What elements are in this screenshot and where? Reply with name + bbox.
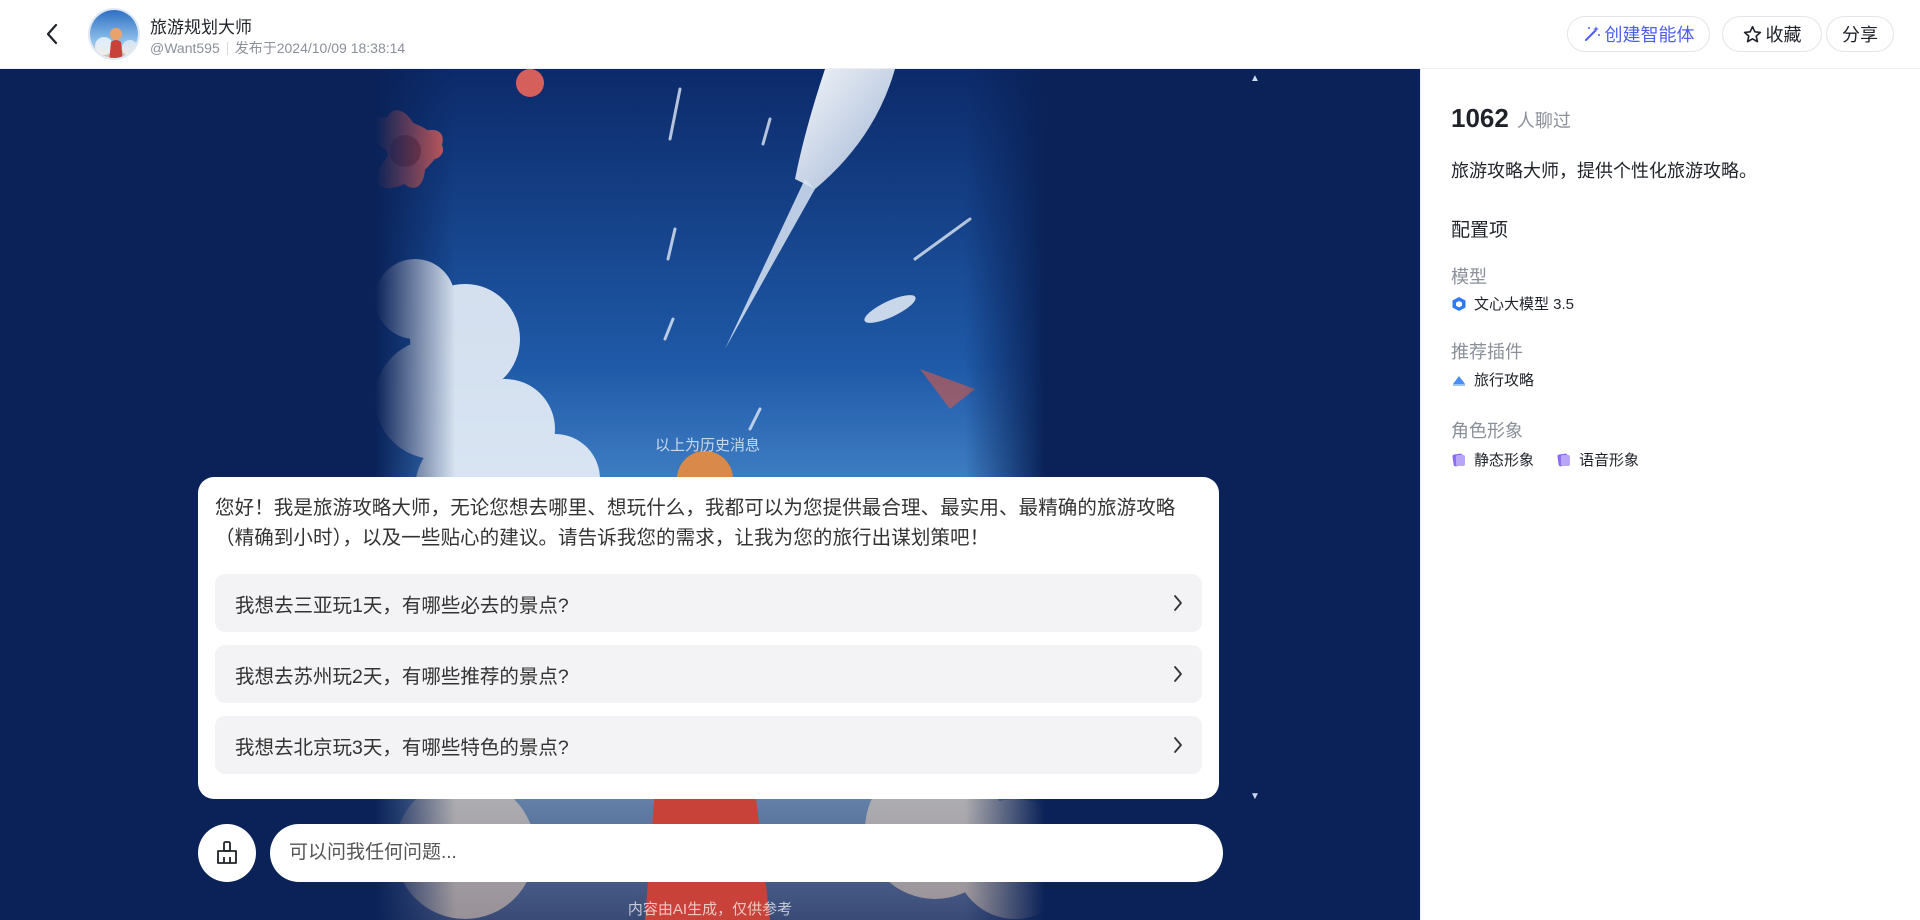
clear-context-button[interactable] [198,824,256,882]
persona-static-label: 静态形象 [1474,452,1535,469]
plugin-icon [1451,372,1467,388]
meta-divider [226,41,228,55]
create-agent-button[interactable]: 创建智能体 [1567,16,1710,52]
ai-disclaimer: 内容由AI生成，仅供参考 [627,901,793,918]
plugin-name: 旅行攻略 [1474,372,1535,389]
chat-input[interactable] [270,824,1223,882]
favorite-button[interactable]: 收藏 [1722,16,1822,52]
back-arrow-icon [46,23,58,45]
persona-static[interactable]: 静态形象 [1451,449,1534,470]
model-cube-icon [1451,296,1467,312]
suggestion-text: 我想去北京玩3天，有哪些特色的景点? [235,736,569,759]
scroll-down-marker: ▼ [1250,791,1260,802]
config-section-title: 配置项 [1451,220,1509,241]
suggestion-item[interactable]: 我想去苏州玩2天，有哪些推荐的景点? [215,645,1202,703]
persona-items: 静态形象 语音形象 [1451,449,1661,470]
persona-voice-label: 语音形象 [1579,452,1640,469]
persona-label: 角色形象 [1451,421,1523,441]
chat-count-unit: 人聊过 [1516,111,1571,131]
persona-card-icon [1556,452,1572,468]
chat-count: 1062 [1451,103,1509,133]
favorite-label: 收藏 [1765,25,1802,45]
publish-time: 发布于2024/10/09 18:38:14 [234,40,406,56]
assistant-greeting: 您好！我是旅游攻略大师，无论您想去哪里、想玩什么，我都可以为您提供最合理、最实用… [215,497,1176,549]
suggestion-item[interactable]: 我想去三亚玩1天，有哪些必去的景点? [215,574,1202,632]
magic-wand-icon [1584,26,1600,41]
chat-stage: ▲ ▼ 以上为历史消息 您好！我是旅游攻略大师，无论您想去哪里、想玩什么，我都可… [0,69,1420,920]
plugin-label: 推荐插件 [1451,342,1523,362]
star-icon [1743,25,1761,42]
persona-voice[interactable]: 语音形象 [1556,449,1639,470]
model-name: 文心大模型 3.5 [1474,296,1575,313]
top-bar: 旅游规划大师 @Want595 发布于2024/10/09 18:38:14 创… [0,0,1920,69]
share-button[interactable]: 分享 [1826,16,1894,52]
suggestion-text: 我想去三亚玩1天，有哪些必去的景点? [235,594,569,617]
chevron-right-icon [1174,595,1182,611]
suggestion-item[interactable]: 我想去北京玩3天，有哪些特色的景点? [215,716,1202,774]
broom-icon [217,841,237,864]
agent-info-panel: 1062 人聊过 旅游攻略大师，提供个性化旅游攻略。 配置项 模型 文心大模型 … [1420,69,1920,920]
agent-title: 旅游规划大师 [150,18,252,37]
plugin-item[interactable]: 旅行攻略 [1451,369,1534,390]
agent-meta: @Want595 发布于2024/10/09 18:38:14 [150,38,405,58]
suggestion-text: 我想去苏州玩2天，有哪些推荐的景点? [235,665,569,688]
assistant-message-card: 您好！我是旅游攻略大师，无论您想去哪里、想玩什么，我都可以为您提供最合理、最实用… [198,477,1219,799]
agent-avatar [88,8,140,60]
model-value: 文心大模型 3.5 [1451,293,1574,314]
back-button[interactable] [36,18,68,50]
scroll-up-marker: ▲ [1250,73,1260,84]
chevron-right-icon [1174,666,1182,682]
model-label: 模型 [1451,267,1487,287]
chevron-right-icon [1174,737,1182,753]
history-divider-label: 以上为历史消息 [654,437,760,454]
persona-card-icon [1451,452,1467,468]
chat-count-stat: 1062 人聊过 [1451,103,1571,134]
share-label: 分享 [1842,25,1878,45]
create-agent-label: 创建智能体 [1604,25,1695,45]
author-handle[interactable]: @Want595 [150,40,220,56]
agent-description: 旅游攻略大师，提供个性化旅游攻略。 [1451,161,1757,181]
